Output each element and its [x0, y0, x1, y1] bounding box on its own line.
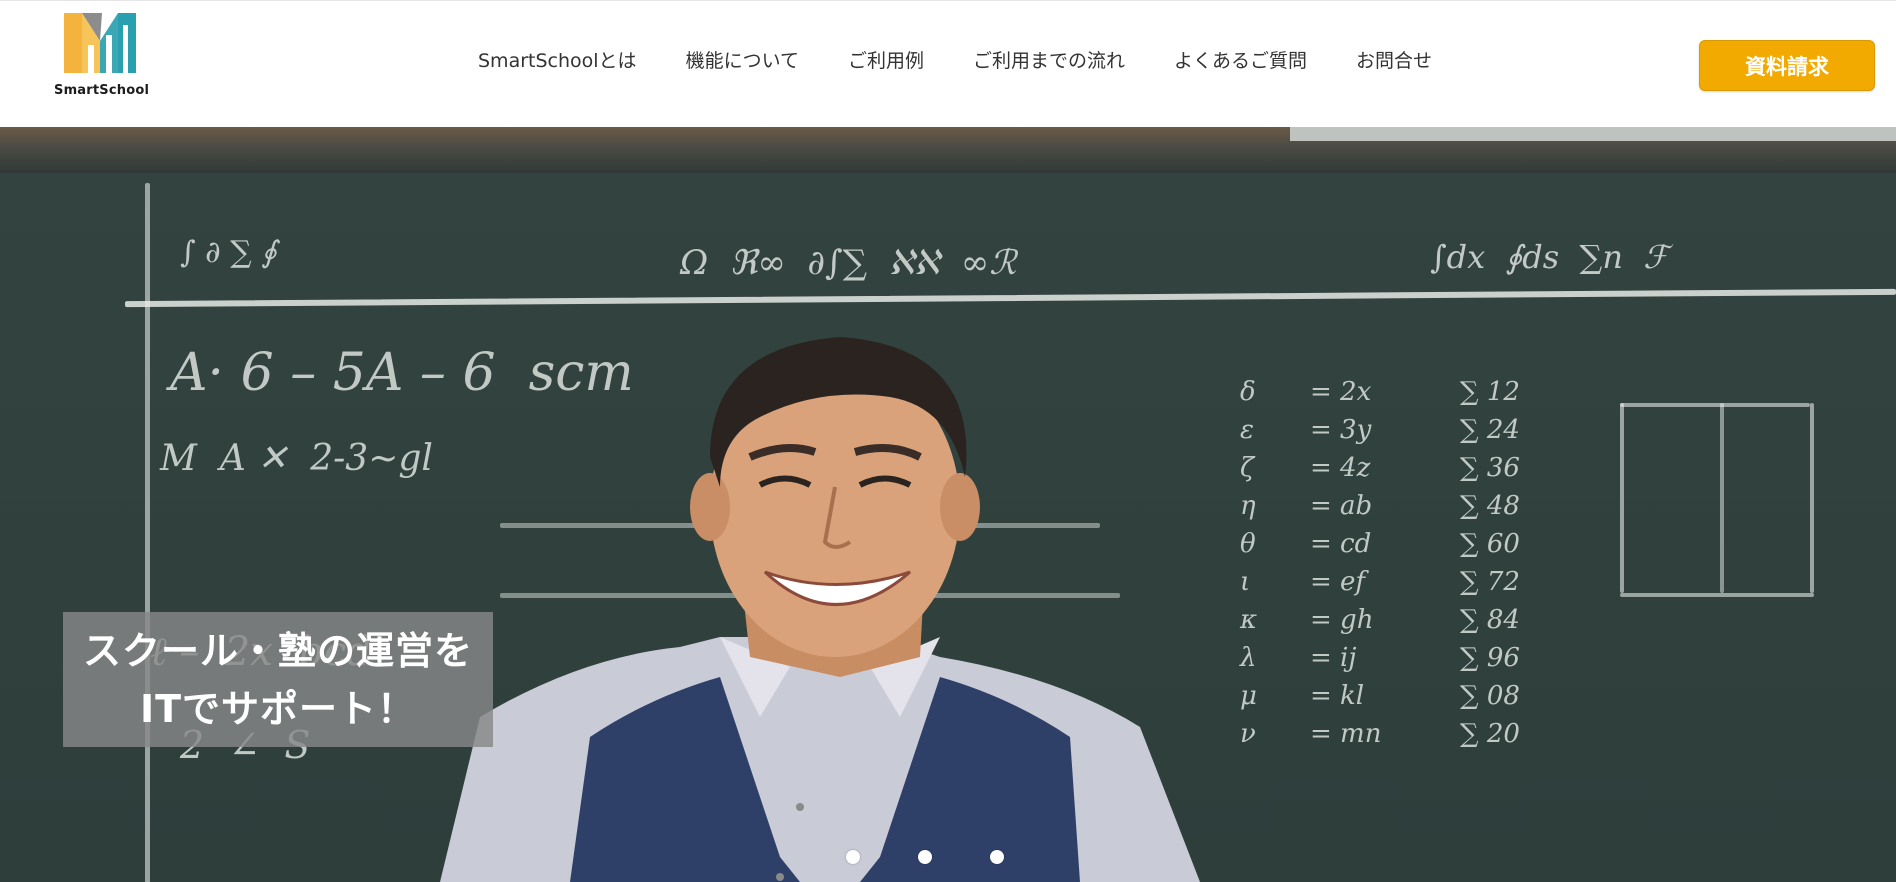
slider-dot-3[interactable] — [990, 850, 1004, 864]
nav-item-features[interactable]: 機能について — [686, 49, 799, 73]
main-nav: SmartSchoolとは 機能について ご利用例 ご利用までの流れ よくあるご… — [478, 49, 1432, 73]
chalkboard-frame — [0, 127, 1896, 179]
hero-caption-line-2: ITでサポート！ — [139, 686, 417, 731]
smartschool-logo-icon — [64, 13, 136, 73]
nav-item-contact[interactable]: お問合せ — [1356, 49, 1432, 73]
slider-dot-2[interactable] — [918, 850, 932, 864]
logo-text: SmartSchool — [54, 83, 150, 98]
logo[interactable]: SmartSchool — [54, 11, 150, 101]
slider-dot-1[interactable] — [846, 850, 860, 864]
nav-item-flow[interactable]: ご利用までの流れ — [973, 49, 1125, 73]
slider-pagination — [846, 850, 1004, 864]
teacher-photo — [440, 337, 1200, 882]
hero-caption: スクール・塾の運営を ITでサポート！ — [63, 612, 493, 747]
nav-item-about[interactable]: SmartSchoolとは — [478, 49, 637, 73]
nav-item-faq[interactable]: よくあるご質問 — [1174, 49, 1307, 73]
chalkboard-ledge — [1290, 127, 1896, 141]
site-header: SmartSchool SmartSchoolとは 機能について ご利用例 ご利… — [0, 0, 1896, 127]
hero-caption-line-1: スクール・塾の運営を — [82, 628, 473, 673]
hero-slider: ∫ ∂ ∑ ∮ A· 6 – 5A – 6 scm M A ✕ 2-3~gl ℓ… — [0, 127, 1896, 882]
nav-item-use-cases[interactable]: ご利用例 — [848, 49, 924, 73]
request-documents-button[interactable]: 資料請求 — [1699, 40, 1875, 91]
